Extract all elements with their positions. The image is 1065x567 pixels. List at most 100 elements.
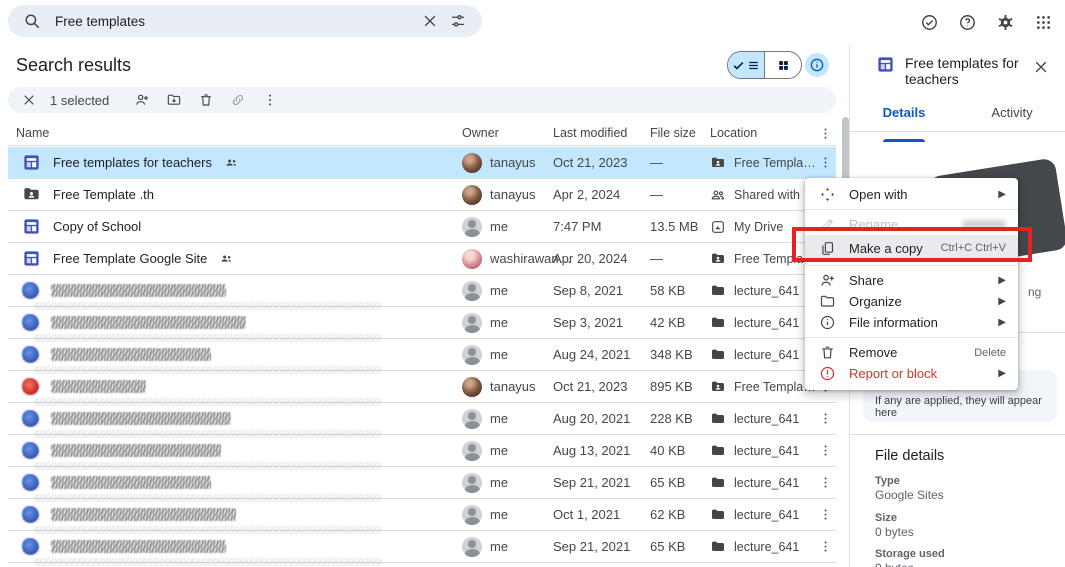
location-cell[interactable]: lecture_641: [710, 443, 814, 459]
location-cell[interactable]: Free Templa…: [710, 379, 814, 395]
location-cell[interactable]: lecture_641: [710, 507, 814, 523]
copy-link-icon[interactable]: [225, 87, 251, 113]
name-cell: Free templates for teachers: [16, 153, 462, 172]
tab-details[interactable]: Details: [850, 105, 958, 131]
location-cell[interactable]: lecture_641: [710, 315, 814, 331]
owner-avatar: [462, 409, 482, 429]
location-cell[interactable]: lecture_641: [710, 283, 814, 299]
file-size-cell: 65 KB: [650, 475, 710, 490]
file-row[interactable]: Free Template Google Site washirawan… Ap…: [8, 243, 836, 275]
last-modified-cell: Apr 20, 2024: [553, 251, 650, 266]
details-info-button[interactable]: [805, 53, 829, 77]
share-person-add-icon[interactable]: [129, 87, 155, 113]
menu-item-share[interactable]: Share▶: [805, 270, 1018, 291]
folder-move-icon: [819, 293, 836, 310]
last-modified-cell: 7:47 PM: [553, 219, 650, 234]
settings-gear-icon[interactable]: [991, 8, 1019, 36]
location-cell[interactable]: lecture_641: [710, 475, 814, 491]
redacted-file-icon: [22, 346, 39, 363]
menu-item-file-information[interactable]: File information▶: [805, 312, 1018, 333]
file-row[interactable]: me Sep 8, 2021 58 KB lecture_641: [8, 275, 836, 307]
location-cell[interactable]: Shared with …: [710, 187, 814, 203]
file-size-cell: —: [650, 155, 710, 170]
redacted-name-cell: [16, 538, 462, 555]
menu-item-organize[interactable]: Organize▶: [805, 291, 1018, 312]
file-row[interactable]: me Aug 13, 2021 40 KB lecture_641: [8, 435, 836, 467]
location-cell[interactable]: Free Templa…: [710, 155, 814, 171]
file-name: Free Template .th: [53, 187, 154, 202]
search-bar[interactable]: [8, 5, 482, 37]
help-icon[interactable]: [953, 8, 981, 36]
location-name: Free Templa…: [734, 380, 814, 394]
storage-used-value: 0 bytes: [875, 561, 914, 567]
owner-name: tanayus: [490, 379, 536, 394]
owner-cell: me: [462, 217, 553, 237]
file-row[interactable]: me Sep 21, 2021 65 KB lecture_641: [8, 467, 836, 499]
folder-icon: [710, 475, 726, 491]
page-title: Search results: [16, 55, 131, 76]
location-cell[interactable]: lecture_641: [710, 539, 814, 555]
row-more-icon[interactable]: [814, 504, 836, 526]
grid-view-button[interactable]: [765, 52, 801, 78]
apps-grid-icon[interactable]: [1029, 8, 1057, 36]
search-options-tune-icon[interactable]: [444, 7, 472, 35]
location-name: lecture_641: [734, 444, 799, 458]
file-row[interactable]: me Sep 3, 2021 42 KB lecture_641: [8, 307, 836, 339]
search-input[interactable]: [55, 14, 416, 29]
file-row[interactable]: me Aug 20, 2021 228 KB lecture_641: [8, 403, 836, 435]
redacted-file-name: [51, 348, 211, 361]
column-location[interactable]: Location: [710, 126, 814, 140]
move-to-folder-icon[interactable]: [161, 87, 187, 113]
menu-item-label: Rename: [849, 217, 898, 232]
tab-activity[interactable]: Activity: [958, 105, 1065, 131]
search-icon: [22, 11, 42, 31]
file-row[interactable]: Free templates for teachers tanayus Oct …: [8, 147, 836, 179]
file-row[interactable]: me Aug 24, 2021 348 KB lecture_641: [8, 339, 836, 371]
menu-item-open-with[interactable]: Open with▶: [805, 184, 1018, 205]
column-name[interactable]: Name: [16, 126, 462, 140]
row-more-icon[interactable]: [814, 472, 836, 494]
location-name: lecture_641: [734, 476, 799, 490]
file-row[interactable]: tanayus Oct 21, 2023 895 KB Free Templa…: [8, 371, 836, 403]
location-cell[interactable]: lecture_641: [710, 347, 814, 363]
menu-item-rename: Rename: [805, 214, 1018, 235]
owner-avatar: [462, 441, 482, 461]
column-last-modified[interactable]: Last modified: [553, 126, 650, 140]
location-cell[interactable]: Free Templa…: [710, 251, 814, 267]
row-more-icon[interactable]: [814, 152, 836, 174]
close-panel-icon[interactable]: [1027, 53, 1055, 81]
redacted-file-icon: [22, 410, 39, 427]
trash-icon: [819, 344, 836, 361]
open-with-icon: [819, 186, 836, 203]
redacted-name-cell: [16, 442, 462, 459]
type-label: Type: [875, 475, 900, 487]
file-details-heading: File details: [875, 448, 944, 464]
redacted-name-cell: [16, 378, 462, 395]
location-cell[interactable]: lecture_641: [710, 411, 814, 427]
clear-search-icon[interactable]: [416, 7, 444, 35]
offline-status-icon[interactable]: [915, 8, 943, 36]
row-more-icon[interactable]: [814, 408, 836, 430]
redacted-name-cell: [16, 474, 462, 491]
last-modified-cell: Oct 21, 2023: [553, 155, 650, 170]
menu-item-report-or-block[interactable]: Report or block▶: [805, 363, 1018, 384]
toolbar-more-icon[interactable]: [257, 87, 283, 113]
file-row[interactable]: me Sep 21, 2021 65 KB lecture_641: [8, 531, 836, 563]
column-owner[interactable]: Owner: [462, 126, 553, 140]
clear-selection-icon[interactable]: [16, 87, 42, 113]
column-file-size[interactable]: File size: [650, 126, 710, 140]
column-options-icon[interactable]: [814, 122, 836, 144]
trash-icon[interactable]: [193, 87, 219, 113]
file-row[interactable]: me Oct 1, 2021 62 KB lecture_641: [8, 499, 836, 531]
redacted-name-cell: [16, 282, 462, 299]
row-more-icon[interactable]: [814, 536, 836, 558]
menu-item-label: Organize: [849, 294, 902, 309]
file-row[interactable]: Copy of School me 7:47 PM 13.5 MB My Dri…: [8, 211, 836, 243]
owner-avatar: [462, 153, 482, 173]
menu-item-make-a-copy[interactable]: Make a copyCtrl+C Ctrl+V: [805, 235, 1018, 261]
location-cell[interactable]: My Drive: [710, 219, 814, 235]
menu-item-remove[interactable]: RemoveDelete: [805, 342, 1018, 363]
row-more-icon[interactable]: [814, 440, 836, 462]
list-view-button[interactable]: [728, 52, 765, 78]
file-row[interactable]: Free Template .th tanayus Apr 2, 2024 — …: [8, 179, 836, 211]
